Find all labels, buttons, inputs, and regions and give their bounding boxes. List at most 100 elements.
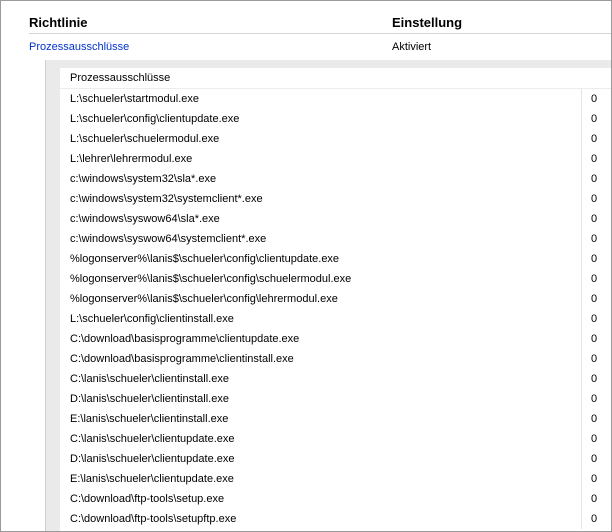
column-divider bbox=[581, 229, 582, 249]
exclusions-table-header: Prozessausschlüsse bbox=[60, 68, 611, 89]
column-divider bbox=[581, 169, 582, 189]
column-divider bbox=[581, 449, 582, 469]
column-divider bbox=[581, 489, 582, 509]
column-divider bbox=[581, 429, 582, 449]
column-divider bbox=[581, 269, 582, 289]
exclusion-path: C:\download\basisprogramme\clientinstall… bbox=[70, 353, 294, 365]
exclusion-path: L:\lehrer\lehrermodul.exe bbox=[70, 153, 193, 165]
exclusion-value: 0 bbox=[591, 453, 598, 465]
exclusions-table-title: Prozessausschlüsse bbox=[70, 72, 171, 84]
exclusion-path: L:\schueler\config\clientinstall.exe bbox=[70, 313, 234, 325]
exclusions-table-rows: L:\schueler\startmodul.exe 0 L:\schueler\c… bbox=[60, 89, 611, 529]
exclusion-value: 0 bbox=[591, 133, 598, 145]
column-divider bbox=[581, 389, 582, 409]
table-row: L:\schueler\schuelermodul.exe 0 bbox=[60, 129, 611, 149]
exclusion-value: 0 bbox=[591, 313, 598, 325]
exclusion-path: c:\windows\system32\sla*.exe bbox=[70, 173, 217, 185]
table-row: %logonserver%\lanis$\schueler\config\cli… bbox=[60, 249, 611, 269]
exclusion-path: L:\schueler\schuelermodul.exe bbox=[70, 133, 220, 145]
column-headers: Richtlinie Einstellung bbox=[1, 1, 611, 33]
exclusion-path: L:\schueler\config\clientupdate.exe bbox=[70, 113, 240, 125]
table-row: L:\schueler\startmodul.exe 0 bbox=[60, 89, 611, 109]
column-divider bbox=[581, 289, 582, 309]
exclusion-value: 0 bbox=[591, 173, 598, 185]
exclusion-value: 0 bbox=[591, 393, 598, 405]
column-header-richtlinie[interactable]: Richtlinie bbox=[29, 15, 88, 30]
table-row: c:\windows\syswow64\sla*.exe 0 bbox=[60, 209, 611, 229]
exclusion-value: 0 bbox=[591, 473, 598, 485]
table-row: c:\windows\syswow64\systemclient*.exe 0 bbox=[60, 229, 611, 249]
column-divider bbox=[581, 129, 582, 149]
exclusion-value: 0 bbox=[591, 213, 598, 225]
exclusion-path: c:\windows\syswow64\sla*.exe bbox=[70, 213, 220, 225]
table-row: C:\download\basisprogramme\clientupdate.… bbox=[60, 329, 611, 349]
exclusion-value: 0 bbox=[591, 373, 598, 385]
exclusions-table: Prozessausschlüsse L:\schueler\startmodu… bbox=[60, 68, 611, 531]
column-divider bbox=[581, 189, 582, 209]
exclusion-value: 0 bbox=[591, 433, 598, 445]
column-divider bbox=[581, 409, 582, 429]
policy-report-window: Richtlinie Einstellung Prozessausschlüss… bbox=[0, 0, 612, 532]
table-row: E:\lanis\schueler\clientupdate.exe 0 bbox=[60, 469, 611, 489]
exclusion-value: 0 bbox=[591, 293, 598, 305]
exclusion-path: E:\lanis\schueler\clientinstall.exe bbox=[70, 413, 229, 425]
table-row: C:\download\ftp-tools\setupftp.exe 0 bbox=[60, 509, 611, 529]
exclusion-value: 0 bbox=[591, 513, 598, 525]
exclusion-path: C:\lanis\schueler\clientupdate.exe bbox=[70, 433, 235, 445]
column-divider bbox=[581, 89, 582, 109]
exclusion-value: 0 bbox=[591, 153, 598, 165]
column-divider bbox=[581, 329, 582, 349]
exclusion-path: C:\download\basisprogramme\clientupdate.… bbox=[70, 333, 300, 345]
table-row: L:\lehrer\lehrermodul.exe 0 bbox=[60, 149, 611, 169]
exclusion-value: 0 bbox=[591, 353, 598, 365]
column-divider bbox=[581, 309, 582, 329]
column-divider bbox=[581, 509, 582, 529]
exclusion-path: c:\windows\system32\systemclient*.exe bbox=[70, 193, 263, 205]
table-row: c:\windows\system32\sla*.exe 0 bbox=[60, 169, 611, 189]
exclusion-path: %logonserver%\lanis$\schueler\config\sch… bbox=[70, 273, 352, 285]
exclusion-value: 0 bbox=[591, 233, 598, 245]
exclusion-path: %logonserver%\lanis$\schueler\config\cli… bbox=[70, 253, 340, 265]
policy-detail-panel: Prozessausschlüsse L:\schueler\startmodu… bbox=[45, 60, 611, 531]
table-row: D:\lanis\schueler\clientupdate.exe 0 bbox=[60, 449, 611, 469]
table-row: L:\schueler\config\clientupdate.exe 0 bbox=[60, 109, 611, 129]
table-row: D:\lanis\schueler\clientinstall.exe 0 bbox=[60, 389, 611, 409]
exclusion-path: L:\schueler\startmodul.exe bbox=[70, 93, 200, 105]
table-row: E:\lanis\schueler\clientinstall.exe 0 bbox=[60, 409, 611, 429]
exclusion-path: E:\lanis\schueler\clientupdate.exe bbox=[70, 473, 234, 485]
exclusion-value: 0 bbox=[591, 413, 598, 425]
exclusion-path: C:\download\ftp-tools\setup.exe bbox=[70, 493, 225, 505]
exclusion-path: C:\lanis\schueler\clientinstall.exe bbox=[70, 373, 229, 385]
column-divider bbox=[581, 109, 582, 129]
table-row: C:\lanis\schueler\clientupdate.exe 0 bbox=[60, 429, 611, 449]
table-row: %logonserver%\lanis$\schueler\config\sch… bbox=[60, 269, 611, 289]
exclusion-path: C:\download\ftp-tools\setupftp.exe bbox=[70, 513, 237, 525]
table-row: C:\download\ftp-tools\setup.exe 0 bbox=[60, 489, 611, 509]
exclusion-path: c:\windows\syswow64\systemclient*.exe bbox=[70, 233, 267, 245]
column-divider bbox=[581, 369, 582, 389]
policy-row: Prozessausschlüsse Aktiviert bbox=[1, 34, 611, 60]
exclusion-value: 0 bbox=[591, 93, 598, 105]
column-divider bbox=[581, 209, 582, 229]
exclusion-value: 0 bbox=[591, 253, 598, 265]
policy-name-link[interactable]: Prozessausschlüsse bbox=[29, 41, 129, 53]
exclusion-value: 0 bbox=[591, 493, 598, 505]
exclusion-path: D:\lanis\schueler\clientinstall.exe bbox=[70, 393, 229, 405]
column-divider bbox=[581, 149, 582, 169]
column-divider bbox=[581, 349, 582, 369]
exclusion-value: 0 bbox=[591, 113, 598, 125]
table-row: L:\schueler\config\clientinstall.exe 0 bbox=[60, 309, 611, 329]
exclusion-path: %logonserver%\lanis$\schueler\config\leh… bbox=[70, 293, 338, 305]
exclusion-value: 0 bbox=[591, 193, 598, 205]
exclusion-value: 0 bbox=[591, 273, 598, 285]
exclusion-value: 0 bbox=[591, 333, 598, 345]
column-divider bbox=[581, 249, 582, 269]
column-divider bbox=[581, 469, 582, 489]
exclusion-path: D:\lanis\schueler\clientupdate.exe bbox=[70, 453, 235, 465]
table-row: %logonserver%\lanis$\schueler\config\leh… bbox=[60, 289, 611, 309]
table-row: C:\download\basisprogramme\clientinstall… bbox=[60, 349, 611, 369]
table-row: C:\lanis\schueler\clientinstall.exe 0 bbox=[60, 369, 611, 389]
policy-setting-value: Aktiviert bbox=[392, 41, 432, 53]
column-header-einstellung[interactable]: Einstellung bbox=[392, 15, 462, 30]
table-row: c:\windows\system32\systemclient*.exe 0 bbox=[60, 189, 611, 209]
